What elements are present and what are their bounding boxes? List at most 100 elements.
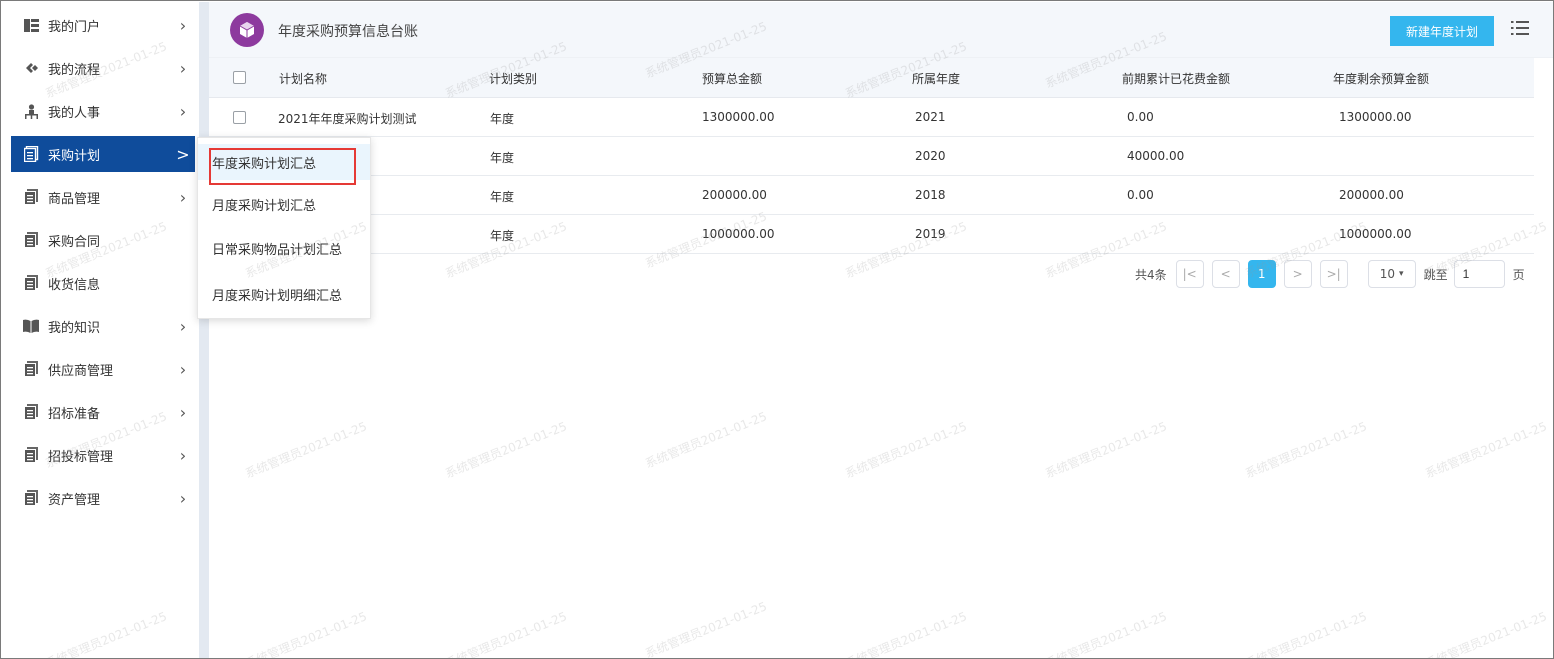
new-annual-plan-button[interactable]: 新建年度计划 (1390, 16, 1494, 46)
sidebar-divider (199, 2, 209, 658)
sidebar-item-label: 商品管理 (48, 191, 101, 207)
sidebar-item-assets[interactable]: 资产管理 › (11, 480, 195, 516)
jump-page-input[interactable] (1453, 260, 1505, 288)
document-icon (23, 275, 39, 291)
column-header: 计划类别 (489, 72, 538, 86)
spent-cell: 40000.00 (1127, 149, 1185, 163)
plan-type-cell: 年度 (490, 112, 515, 126)
page-size-value: 10 (1379, 267, 1396, 281)
document-icon (23, 447, 39, 463)
sidebar-item-knowledge[interactable]: 我的知识 › (11, 308, 195, 344)
remaining-cell: 1300000.00 (1339, 110, 1412, 124)
select-all-checkbox[interactable] (233, 71, 246, 84)
flow-icon (23, 60, 39, 76)
year-cell: 2018 (915, 188, 946, 202)
chevron-right-icon: › (179, 402, 187, 422)
chevron-right-icon: › (179, 15, 187, 35)
budget-cell: 200000.00 (702, 188, 767, 202)
submenu-daily-items-summary[interactable]: 日常采购物品计划汇总 (198, 230, 370, 266)
sidebar-item-label: 招投标管理 (48, 449, 114, 465)
document-icon (23, 189, 39, 205)
plan-type-cell: 年度 (490, 229, 515, 243)
document-icon (23, 232, 39, 248)
last-page-button[interactable]: >| (1319, 260, 1348, 288)
year-cell: 2019 (915, 227, 946, 241)
remaining-cell: 1000000.00 (1339, 227, 1412, 241)
page-size-select[interactable]: 10 ▾ (1367, 260, 1416, 288)
document-icon (23, 490, 39, 506)
pagination: 共4条 |< < 1 > >| 10 ▾ 跳至 页 (1135, 259, 1525, 289)
page-header: 年度采购预算信息台账 新建年度计划 (209, 2, 1553, 58)
sidebar: 我的门户 › 我的流程 › 我的人事 › 采购计划 > 商品管理 › 采购合同 … (2, 2, 199, 658)
table-header: 计划名称 计划类别 预算总金额 所属年度 前期累计已花费金额 年度剩余预算金额 (209, 58, 1534, 98)
submenu-annual-summary[interactable]: 年度采购计划汇总 (198, 144, 370, 180)
sidebar-item-purchase-plan[interactable]: 采购计划 > (11, 136, 195, 172)
column-header: 预算总金额 (702, 72, 763, 86)
budget-cell: 1000000.00 (702, 227, 775, 241)
table-row[interactable]: 年度 2020 40000.00 (209, 137, 1534, 176)
document-icon (23, 404, 39, 420)
org-icon (23, 103, 39, 119)
document-icon (23, 146, 39, 162)
plan-type-cell: 年度 (490, 151, 515, 165)
spent-cell: 0.00 (1127, 110, 1154, 124)
app-window: 我的门户 › 我的流程 › 我的人事 › 采购计划 > 商品管理 › 采购合同 … (0, 0, 1554, 659)
submenu-monthly-summary[interactable]: 月度采购计划汇总 (198, 186, 370, 222)
sidebar-item-receiving[interactable]: 收货信息 (11, 265, 195, 301)
page-unit-label: 页 (1512, 267, 1525, 282)
chevron-right-icon: › (179, 187, 187, 207)
document-icon (23, 361, 39, 377)
jump-label: 跳至 (1423, 267, 1448, 282)
submenu-monthly-detail-summary[interactable]: 月度采购计划明细汇总 (198, 276, 370, 312)
sidebar-item-label: 招标准备 (48, 406, 101, 422)
sidebar-item-hr[interactable]: 我的人事 › (11, 93, 195, 129)
chevron-right-icon: › (179, 101, 187, 121)
total-count: 共4条 (1135, 267, 1167, 282)
column-header: 所属年度 (912, 72, 961, 86)
sidebar-item-label: 我的知识 (48, 320, 101, 336)
chevron-right-icon: › (179, 316, 187, 336)
table-row[interactable]: 年度 200000.00 2018 0.00 200000.00 (209, 176, 1534, 215)
sidebar-item-label: 收货信息 (48, 277, 101, 293)
chevron-right-icon: > (176, 144, 190, 164)
column-header: 年度剩余预算金额 (1333, 72, 1430, 86)
sidebar-item-supplier[interactable]: 供应商管理 › (11, 351, 195, 387)
remaining-cell: 200000.00 (1339, 188, 1404, 202)
chevron-down-icon: ▾ (1399, 269, 1404, 279)
chevron-right-icon: › (179, 488, 187, 508)
plan-name-cell[interactable]: 2021年年度采购计划测试 (278, 110, 417, 127)
sidebar-item-bidding[interactable]: 招投标管理 › (11, 437, 195, 473)
list-menu-icon[interactable] (1511, 19, 1531, 37)
year-cell: 2021 (915, 110, 946, 124)
sidebar-item-goods[interactable]: 商品管理 › (11, 179, 195, 215)
table-row[interactable]: 划 年度 1000000.00 2019 1000000.00 (209, 215, 1534, 254)
column-header: 前期累计已花费金额 (1122, 72, 1231, 86)
sidebar-item-label: 我的门户 (48, 19, 101, 35)
sidebar-item-contract[interactable]: 采购合同 (11, 222, 195, 258)
row-checkbox[interactable] (233, 111, 246, 124)
sidebar-item-flow[interactable]: 我的流程 › (11, 50, 195, 86)
book-icon (23, 318, 39, 334)
page-title: 年度采购预算信息台账 (278, 24, 418, 40)
prev-page-button[interactable]: < (1211, 260, 1240, 288)
sidebar-item-label: 供应商管理 (48, 363, 114, 379)
year-cell: 2020 (915, 149, 946, 163)
page-number-button[interactable]: 1 (1247, 260, 1276, 288)
chevron-right-icon: › (179, 445, 187, 465)
sidebar-item-label: 我的人事 (48, 105, 101, 121)
table-row[interactable]: 2021年年度采购计划测试 年度 1300000.00 2021 0.00 13… (209, 98, 1534, 137)
sidebar-item-label: 采购合同 (48, 234, 101, 250)
chevron-right-icon: › (179, 359, 187, 379)
next-page-button[interactable]: > (1283, 260, 1312, 288)
sidebar-item-label: 我的流程 (48, 62, 101, 78)
first-page-button[interactable]: |< (1175, 260, 1204, 288)
dashboard-icon (23, 17, 39, 33)
spent-cell: 0.00 (1127, 188, 1154, 202)
sidebar-item-bid-prep[interactable]: 招标准备 › (11, 394, 195, 430)
sidebar-item-portal[interactable]: 我的门户 › (11, 7, 195, 43)
plan-type-cell: 年度 (490, 190, 515, 204)
main-content: 年度采购预算信息台账 新建年度计划 计划名称 计划类别 预算总金额 所属年度 前… (209, 2, 1553, 658)
sidebar-item-label: 采购计划 (48, 148, 101, 164)
budget-cell: 1300000.00 (702, 110, 775, 124)
cube-icon (230, 13, 264, 47)
